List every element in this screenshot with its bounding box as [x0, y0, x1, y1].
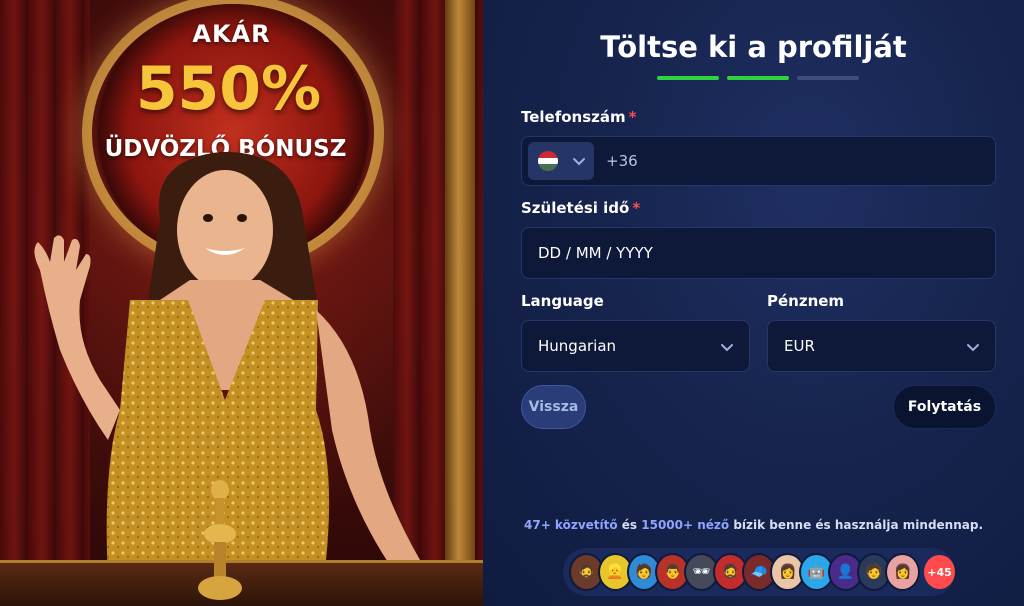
birthdate-label: Születési idő * [521, 199, 640, 217]
social-proof-text: 47+ közvetítő és 15000+ néző bízik benne… [483, 518, 1024, 532]
back-button[interactable]: Vissza [521, 385, 586, 429]
progress-step-2 [727, 76, 789, 80]
hungary-flag-icon [538, 151, 558, 171]
form-title: Töltse ki a profilját [600, 30, 907, 64]
birthdate-label-text: Születési idő [521, 199, 630, 217]
avatar: 👩 [885, 553, 921, 591]
social-rest: bízik benne és használja mindennap. [729, 518, 983, 532]
language-select[interactable]: Hungarian [521, 320, 750, 372]
currency-select[interactable]: EUR [767, 320, 996, 372]
promo-bonus-percent: 550% [135, 54, 322, 124]
required-mark: * [632, 199, 641, 217]
phone-input[interactable]: +36 [606, 152, 638, 170]
streamer-avatars: 🧔 👱 🧑 👨 🕶 🧔 🧢 👩 🤖 👤 🧑 👩 +45 [563, 548, 955, 596]
profile-form-panel: Töltse ki a profilját Telefonszám * +36 S… [483, 0, 1024, 606]
country-code-select[interactable] [528, 142, 594, 180]
chevron-down-icon [721, 344, 733, 352]
phone-label-text: Telefonszám [521, 108, 626, 126]
birthdate-field[interactable]: DD / MM / YYYY [521, 227, 996, 279]
viewers-count: 15000+ néző [641, 518, 730, 532]
promo-banner: AKÁR 550% ÜDVÖZLŐ BÓNUSZ [0, 0, 483, 606]
streamers-count: 47+ közvetítő [524, 518, 618, 532]
chevron-down-icon [967, 344, 979, 352]
chevron-down-icon [573, 158, 585, 166]
currency-value: EUR [784, 337, 815, 355]
continue-button[interactable]: Folytatás [893, 385, 996, 429]
phone-field[interactable]: +36 [521, 136, 996, 186]
phone-label: Telefonszám * [521, 108, 637, 126]
required-mark: * [628, 108, 637, 126]
more-avatars-badge: +45 [924, 555, 955, 589]
currency-label: Pénznem [767, 292, 845, 310]
progress-step-3 [797, 76, 859, 80]
social-and: és [617, 518, 642, 532]
progress-step-1 [657, 76, 719, 80]
language-value: Hungarian [538, 337, 617, 355]
language-label: Language [521, 292, 604, 310]
roulette-finial [198, 480, 242, 600]
birthdate-input[interactable]: DD / MM / YYYY [538, 244, 653, 262]
progress-steps [657, 76, 859, 80]
promo-line-1: AKÁR [192, 20, 271, 48]
